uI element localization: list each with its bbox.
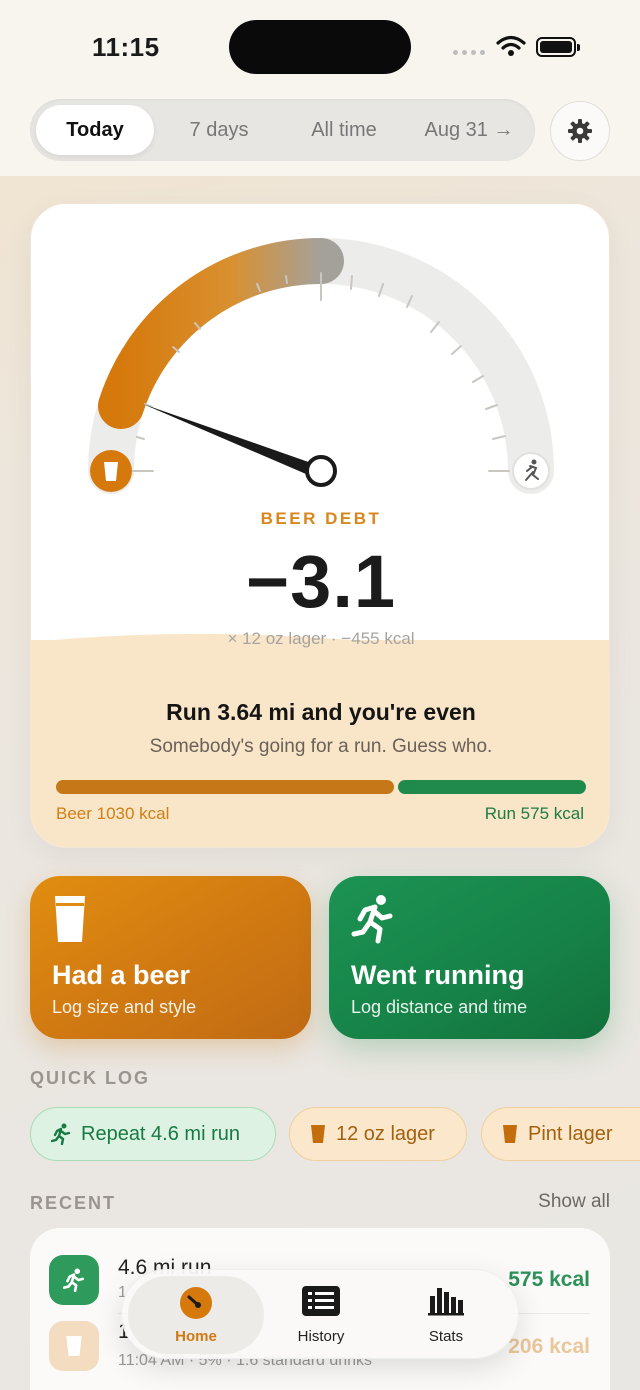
gauge-icon — [180, 1287, 212, 1319]
had-a-beer-subtitle: Log size and style — [52, 997, 197, 1017]
gauge-value: −3.1 — [245, 540, 397, 623]
even-title: Run 3.64 mi and you're even — [166, 699, 476, 725]
beer-glass-icon — [311, 1125, 325, 1143]
wifi-icon — [496, 35, 526, 56]
even-subtitle: Somebody's going for a run. Guess who. — [149, 736, 493, 757]
recent-heading: RECENT — [30, 1193, 117, 1213]
entry-value: 575 kcal — [508, 1268, 590, 1291]
went-running-title: Went running — [351, 960, 525, 990]
tab-stats[interactable]: Stats — [378, 1276, 514, 1354]
went-running-subtitle: Log distance and time — [351, 997, 528, 1017]
battery-icon — [536, 37, 580, 57]
tab-stats-label: Stats — [428, 1328, 464, 1345]
chip-label: 12 oz lager — [336, 1122, 435, 1145]
beer-kcal-bar — [56, 780, 394, 794]
tab-history-label: History — [297, 1328, 345, 1345]
beer-glass-icon — [66, 1336, 82, 1356]
gear-icon — [568, 119, 592, 143]
settings-button[interactable] — [550, 101, 610, 161]
quick-log-heading: QUICK LOG — [30, 1068, 150, 1088]
show-all-link[interactable]: Show all — [538, 1191, 610, 1213]
gauge-label: BEER DEBT — [260, 509, 382, 528]
tab-history[interactable]: History — [253, 1276, 389, 1354]
tab-all-time[interactable]: All time — [282, 105, 406, 155]
went-running-button[interactable]: Went running Log distance and time — [329, 876, 610, 1039]
gauge-subtitle: × 12 oz lager · −455 kcal — [227, 629, 415, 648]
beer-end-icon — [90, 450, 132, 492]
status-time: 11:15 — [92, 32, 160, 62]
run-kcal-label: Run 575 kcal — [484, 804, 584, 823]
tab-aug-31[interactable]: Aug 31 → — [408, 105, 530, 155]
tab-today[interactable]: Today — [36, 105, 154, 155]
had-a-beer-button[interactable]: Had a beer Log size and style — [30, 876, 311, 1039]
dynamic-island — [229, 20, 411, 74]
beer-glass-icon — [55, 896, 85, 942]
runner-icon — [351, 895, 393, 944]
beer-kcal-label: Beer 1030 kcal — [56, 804, 170, 823]
chip-label: Repeat 4.6 mi run — [81, 1122, 240, 1145]
beer-debt-card: BEER DEBT −3.1 × 12 oz lager · −455 kcal… — [30, 203, 610, 848]
chip-label: Pint lager — [528, 1122, 613, 1145]
quick-log-chip-12oz-lager[interactable]: 12 oz lager — [289, 1107, 467, 1161]
runner-icon — [63, 1268, 85, 1292]
signal-icon — [453, 50, 485, 55]
range-selector: Today 7 days All time Aug 31 → — [30, 99, 535, 161]
quick-log-chip-repeat-run[interactable]: Repeat 4.6 mi run — [30, 1107, 276, 1161]
list-icon — [302, 1286, 340, 1316]
beer-debt-gauge — [88, 237, 554, 494]
run-end-icon — [512, 452, 550, 490]
had-a-beer-title: Had a beer — [52, 960, 191, 990]
run-entry-icon — [49, 1255, 99, 1305]
runner-icon — [51, 1123, 71, 1145]
tab-home[interactable]: Home — [128, 1276, 264, 1354]
beer-entry-icon — [49, 1321, 99, 1371]
beer-glass-icon — [503, 1125, 517, 1143]
entry-value: 206 kcal — [508, 1335, 590, 1358]
quick-log-chip-pint-lager[interactable]: Pint lager — [481, 1107, 640, 1161]
run-kcal-bar — [398, 780, 586, 794]
tab-bar: Home History Stats — [121, 1269, 519, 1359]
bar-chart-icon — [428, 1288, 464, 1316]
tab-home-label: Home — [175, 1328, 217, 1345]
tab-7-days[interactable]: 7 days — [158, 105, 280, 155]
